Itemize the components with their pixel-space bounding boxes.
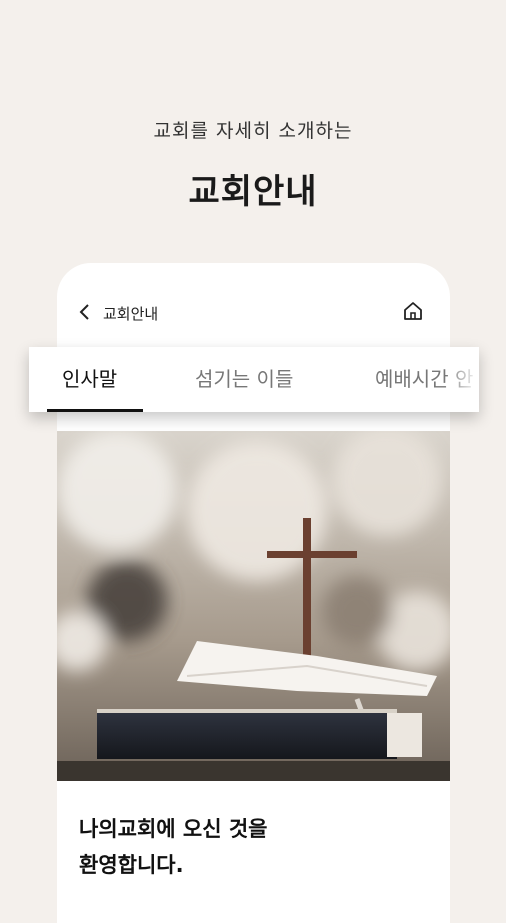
tab-staff[interactable]: 섬기는 이들 [195, 347, 293, 412]
tab-greeting[interactable]: 인사말 [62, 347, 117, 412]
tab-bar: 인사말 섬기는 이들 예배시간 안 [29, 347, 479, 412]
bible-cross-image [57, 431, 450, 781]
tab-scroll-fade [445, 347, 479, 412]
active-tab-indicator [47, 409, 143, 412]
home-icon[interactable] [402, 300, 424, 322]
welcome-line-2: 환영합니다. [79, 853, 184, 877]
header-title: 교회안내 [103, 305, 159, 323]
chevron-left-icon[interactable] [77, 303, 93, 321]
welcome-line-1: 나의교회에 오신 것을 [79, 817, 268, 841]
welcome-message: 나의교회에 오신 것을 환영합니다. [79, 811, 268, 883]
church-photo [57, 431, 450, 781]
hero-subtitle: 교회를 자세히 소개하는 [153, 120, 353, 142]
app-header: 교회안내 [57, 263, 450, 349]
hero-title: 교회안내 [188, 172, 318, 212]
